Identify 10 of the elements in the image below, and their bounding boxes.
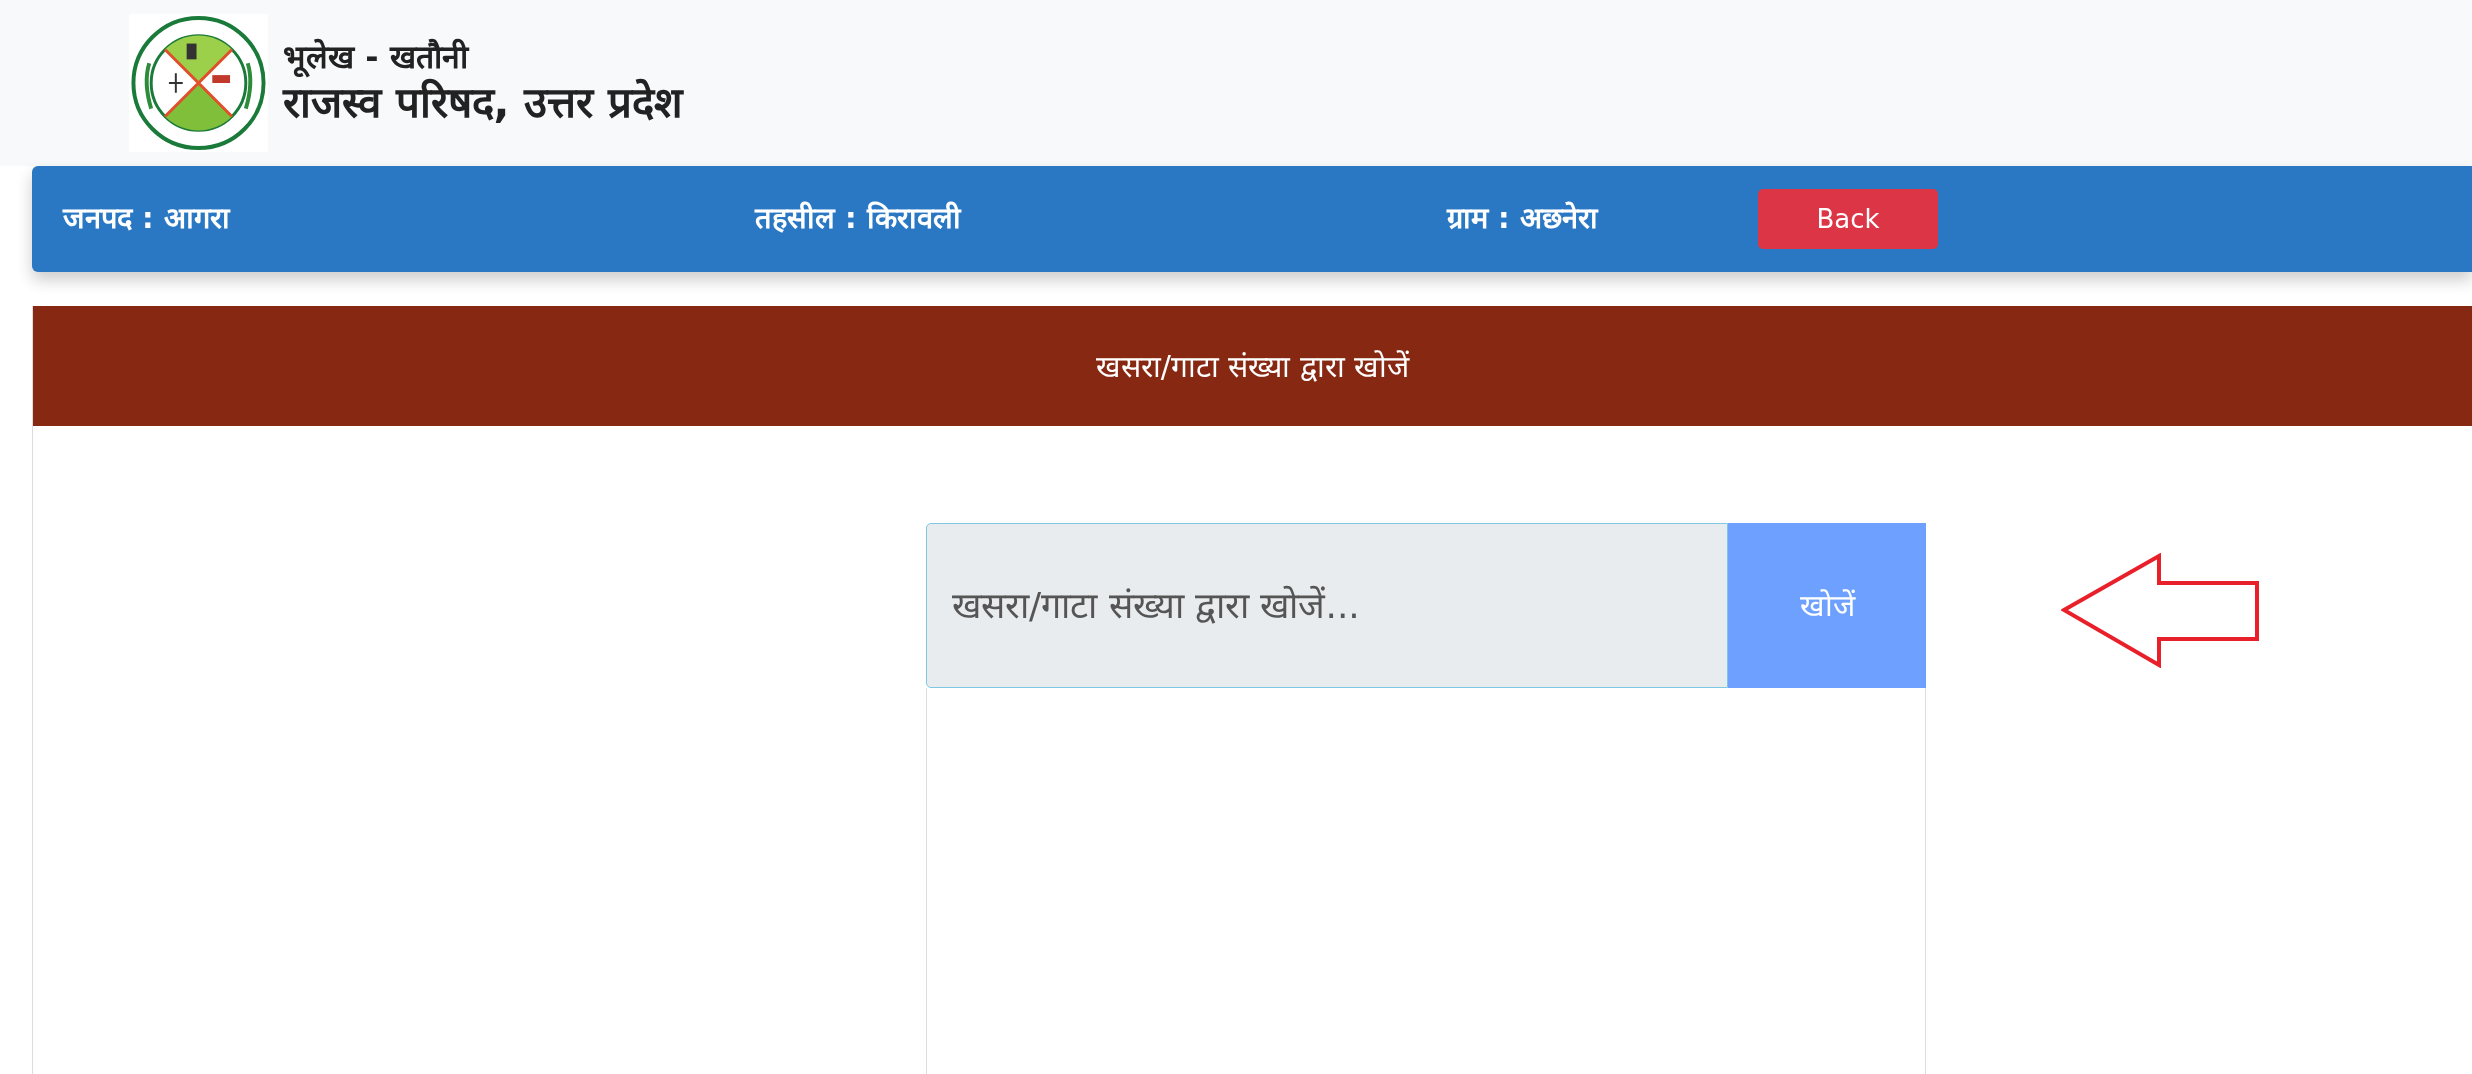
back-button[interactable]: Back [1758, 189, 1938, 249]
location-label: ग्राम : अछनेरा [1447, 201, 1598, 236]
search-button[interactable]: खोजें [1728, 523, 1926, 688]
arrow-icon [2061, 553, 2261, 668]
card-title: खसरा/गाटा संख्या द्वारा खोजें [1095, 347, 1410, 386]
location-label: जनपद : आगरा [63, 201, 230, 236]
site-title: राजस्व परिषद, उत्तर प्रदेश [283, 77, 683, 129]
location-label: तहसील : किरावली [755, 201, 961, 236]
search-field[interactable]: खसरा/गाटा संख्या द्वारा खोजें... [926, 523, 1728, 688]
site-subtitle: भूलेख - खतौनी [283, 36, 471, 77]
